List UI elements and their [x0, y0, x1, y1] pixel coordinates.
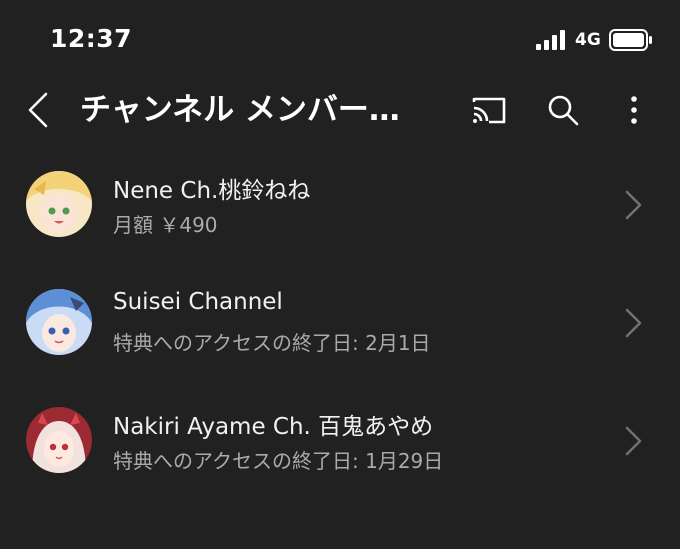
- membership-detail: 特典へのアクセスの終了日: 2月1日: [113, 331, 431, 355]
- membership-detail: 月額 ￥490: [113, 213, 218, 237]
- signal-strength-icon: [536, 30, 565, 50]
- more-options-button[interactable]: [616, 88, 652, 132]
- battery-icon: [609, 29, 652, 51]
- search-button[interactable]: [541, 88, 585, 132]
- app-bar: チャンネル メンバー…: [0, 80, 680, 140]
- page-title: チャンネル メンバー…: [80, 92, 400, 128]
- chevron-right-icon: [625, 190, 642, 220]
- back-arrow-icon: [28, 92, 48, 128]
- membership-item-nene[interactable]: Nene Ch.桃鈴ねね 月額 ￥490: [0, 145, 680, 263]
- status-bar: 12:37 4G: [0, 0, 680, 80]
- more-vert-icon: [631, 96, 637, 124]
- channel-name: Suisei Channel: [113, 289, 283, 315]
- membership-item-suisei[interactable]: Suisei Channel 特典へのアクセスの終了日: 2月1日: [0, 263, 680, 381]
- avatar: [26, 171, 92, 237]
- cast-icon: [472, 97, 506, 124]
- channel-name: Nakiri Ayame Ch. 百鬼あやめ: [113, 414, 434, 440]
- channel-name: Nene Ch.桃鈴ねね: [113, 178, 311, 204]
- cast-button[interactable]: [466, 88, 512, 132]
- membership-item-ayame[interactable]: Nakiri Ayame Ch. 百鬼あやめ 特典へのアクセスの終了日: 1月2…: [0, 381, 680, 499]
- avatar: [26, 407, 92, 473]
- status-time: 12:37: [50, 24, 133, 53]
- membership-detail: 特典へのアクセスの終了日: 1月29日: [113, 449, 444, 473]
- membership-list: Nene Ch.桃鈴ねね 月額 ￥490 Suisei Channel 特典への…: [0, 145, 680, 499]
- search-icon: [548, 95, 579, 126]
- back-button[interactable]: [18, 88, 58, 132]
- chevron-right-icon: [625, 426, 642, 456]
- chevron-right-icon: [625, 308, 642, 338]
- network-type: 4G: [575, 30, 601, 50]
- avatar: [26, 289, 92, 355]
